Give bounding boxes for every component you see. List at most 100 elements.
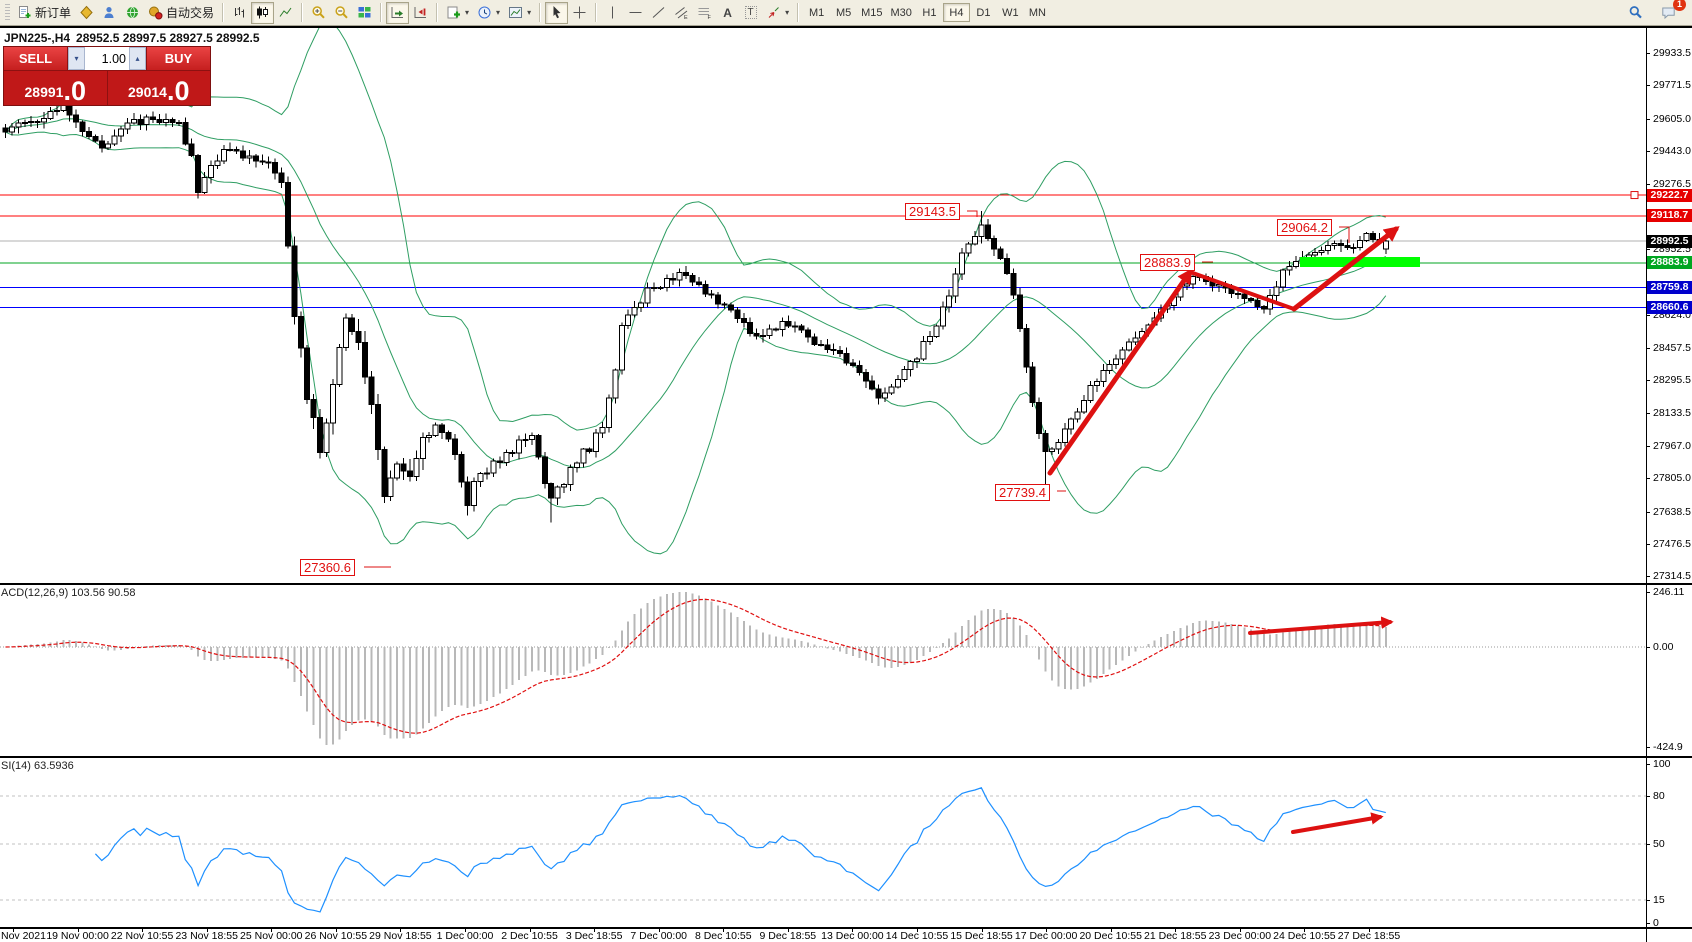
rsi-axis-tick (1646, 900, 1650, 901)
autotrading-button[interactable]: 自动交易 (144, 2, 218, 24)
pane-separator[interactable] (0, 756, 1692, 758)
periods-dropdown-icon: ▾ (496, 8, 500, 17)
market-button[interactable] (121, 2, 144, 24)
timeframe-m30-button[interactable]: M30 (887, 3, 916, 22)
horizontal-line-tool-button[interactable] (624, 2, 647, 24)
time-axis-tick (207, 927, 208, 932)
mt4-terminal-window: 新订单 自动交易 ▾ ▾ ▾ (0, 0, 1692, 942)
price-axis-tick-label: 28133.5 (1653, 407, 1691, 419)
zoom-in-button[interactable] (307, 2, 330, 24)
search-icon (1628, 5, 1643, 20)
cursor-icon (549, 5, 564, 20)
buy-price[interactable]: 29014.0 (108, 71, 211, 105)
candlestick-chart-button[interactable] (251, 2, 274, 24)
templates-button[interactable]: ▾ (504, 2, 535, 24)
timeframe-h4-button[interactable]: H4 (943, 3, 970, 22)
chart-symbol-period: JPN225-,H4 (4, 31, 70, 45)
sell-price[interactable]: 28991.0 (4, 71, 108, 105)
sell-button[interactable]: SELL (4, 47, 68, 70)
equidistant-channel-tool-button[interactable]: E (670, 2, 693, 24)
volume-value[interactable]: 1.00 (85, 47, 129, 70)
macd-indicator-label: ACD(12,26,9) 103.56 90.58 (1, 587, 136, 599)
price-axis-tick (1646, 544, 1650, 545)
price-axis-tick (1646, 85, 1650, 86)
rsi-axis-tick (1646, 796, 1650, 797)
tile-windows-button[interactable] (353, 2, 376, 24)
volume-decrease-button[interactable]: ▾ (68, 47, 85, 70)
line-chart-button[interactable] (274, 2, 297, 24)
pane-separator[interactable] (0, 583, 1692, 585)
arrows-tool-button[interactable]: ▾ (762, 2, 793, 24)
crosshair-tool-button[interactable] (568, 2, 591, 24)
horizontal-line-icon (628, 5, 643, 20)
vertical-line-icon (605, 5, 620, 20)
auto-scroll-button[interactable] (386, 2, 409, 24)
text-label-tool-button[interactable]: T (739, 2, 762, 24)
timeframe-w1-button[interactable]: W1 (997, 3, 1024, 22)
text-label-icon: T (745, 6, 757, 19)
zoom-out-icon (334, 5, 349, 20)
metaeditor-button[interactable] (75, 2, 98, 24)
zoom-out-button[interactable] (330, 2, 353, 24)
svg-text:F: F (708, 15, 712, 20)
price-annotation[interactable]: 27360.6 (300, 559, 355, 576)
rsi-pane[interactable] (0, 758, 1646, 927)
toolbar-separator (222, 3, 224, 22)
svg-text:E: E (684, 15, 688, 20)
time-axis-tick (594, 927, 595, 932)
zoom-in-icon (311, 5, 326, 20)
price-axis-tick (1646, 53, 1650, 54)
timeframe-mn-button[interactable]: MN (1024, 3, 1051, 22)
price-axis-tick (1646, 184, 1650, 185)
text-tool-button[interactable]: A (716, 2, 739, 24)
price-chart-pane[interactable] (0, 28, 1646, 584)
buy-button[interactable]: BUY (146, 47, 210, 70)
pane-separator (0, 927, 1692, 929)
new-order-button[interactable]: 新订单 (13, 2, 75, 24)
price-annotation[interactable]: 29143.5 (905, 203, 960, 220)
templates-dropdown-icon: ▾ (527, 8, 531, 17)
timeframe-d1-button[interactable]: D1 (970, 3, 997, 22)
time-axis-tick (788, 927, 789, 932)
indicators-button[interactable]: ▾ (442, 2, 473, 24)
price-annotation[interactable]: 27739.4 (995, 484, 1050, 501)
price-annotation[interactable]: 28883.9 (1140, 254, 1195, 271)
time-axis-tick (852, 927, 853, 932)
timeframe-h1-button[interactable]: H1 (916, 3, 943, 22)
notifications-button[interactable]: 1 (1657, 2, 1680, 24)
rsi-axis-label: 100 (1653, 758, 1671, 770)
timeframe-m1-button[interactable]: M1 (803, 3, 830, 22)
fibonacci-icon: F (697, 5, 712, 20)
price-axis-tick-label: 27638.5 (1653, 506, 1691, 518)
trendline-tool-button[interactable] (647, 2, 670, 24)
time-axis-tick (1369, 927, 1370, 932)
price-axis-tick (1646, 512, 1650, 513)
price-axis-tick-label: 27476.5 (1653, 538, 1691, 550)
search-button[interactable] (1624, 2, 1647, 24)
bar-chart-button[interactable] (228, 2, 251, 24)
rsi-axis-tick (1646, 923, 1650, 924)
time-axis-tick (465, 927, 466, 932)
toolbar-separator (595, 3, 597, 22)
mql5-community-button[interactable] (98, 2, 121, 24)
fibonacci-tool-button[interactable]: F (693, 2, 716, 24)
price-axis-tick-label: 29605.0 (1653, 113, 1691, 125)
price-axis-tick (1646, 348, 1650, 349)
volume-stepper[interactable]: ▾ 1.00 ▴ (68, 47, 146, 70)
price-axis-tick (1646, 478, 1650, 479)
toolbar-grip[interactable] (5, 4, 10, 22)
timeframe-m5-button[interactable]: M5 (830, 3, 857, 22)
toolbar-separator (539, 3, 541, 22)
indicators-dropdown-icon: ▾ (465, 8, 469, 17)
time-axis-tick (1304, 927, 1305, 932)
price-annotation[interactable]: 29064.2 (1277, 219, 1332, 236)
macd-pane[interactable] (0, 585, 1646, 756)
cursor-tool-button[interactable] (545, 2, 568, 24)
vertical-line-tool-button[interactable] (601, 2, 624, 24)
chart-shift-button[interactable] (409, 2, 432, 24)
arrows-tool-icon (766, 5, 781, 20)
periods-button[interactable]: ▾ (473, 2, 504, 24)
price-axis-tick (1646, 380, 1650, 381)
volume-increase-button[interactable]: ▴ (129, 47, 146, 70)
timeframe-m15-button[interactable]: M15 (857, 3, 886, 22)
